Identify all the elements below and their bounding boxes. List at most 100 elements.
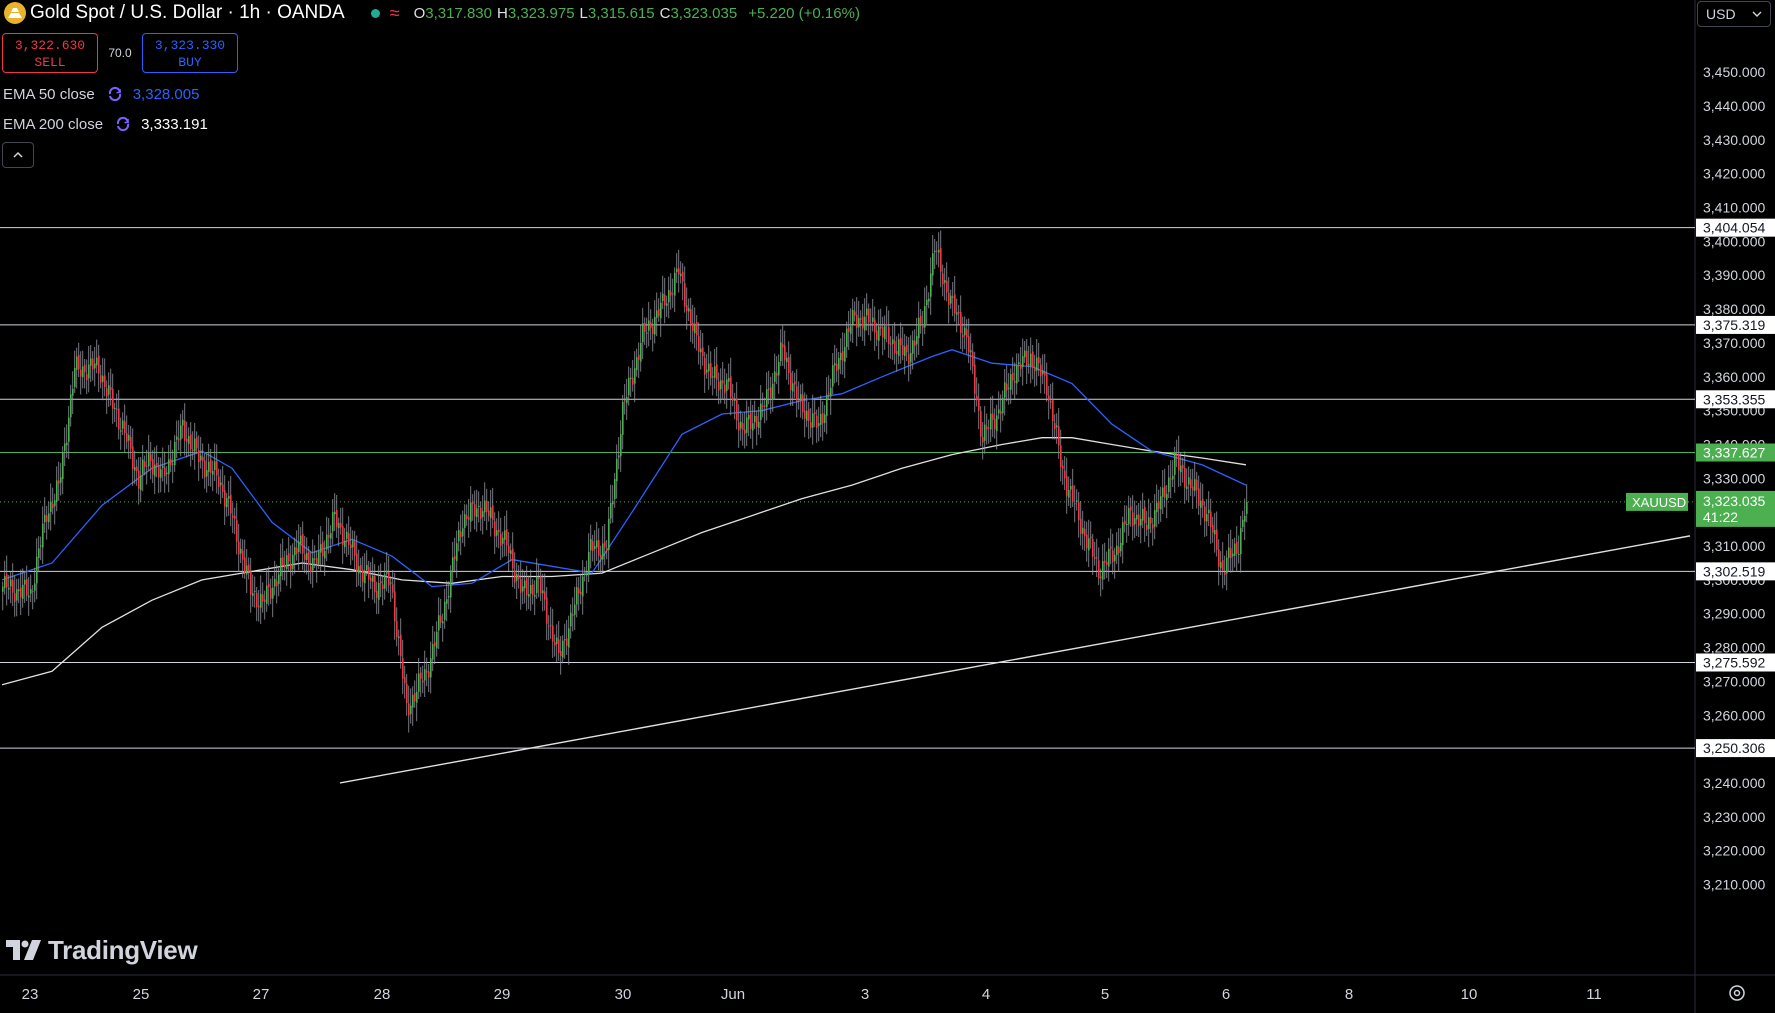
candle-body <box>492 505 494 520</box>
candle-body <box>36 556 38 584</box>
candle-body <box>680 273 682 277</box>
x-tick-label: Jun <box>721 986 745 1003</box>
y-tick-label: 3,410.000 <box>1703 200 1765 216</box>
candle-body <box>918 317 920 339</box>
candle-body <box>1242 519 1244 527</box>
candle-body <box>1164 486 1166 498</box>
price-chart[interactable]: 3,210.000 3,220.000 3,230.000 3,240.000 3,25… <box>0 0 1775 1013</box>
candle-body <box>702 347 704 357</box>
candle-body <box>734 399 736 401</box>
candle-body <box>866 308 868 316</box>
candle-body <box>366 564 368 571</box>
candle-body <box>498 529 500 533</box>
collapse-legend-button[interactable] <box>2 142 34 168</box>
candle-body <box>1206 514 1208 522</box>
ema200-line[interactable] <box>1 437 1247 686</box>
candle-body <box>1048 395 1050 401</box>
candle-body <box>1120 542 1122 552</box>
candle-body <box>830 387 832 397</box>
ema50-line[interactable] <box>1 349 1247 588</box>
candle-body <box>134 467 136 471</box>
currency-select[interactable]: USD <box>1697 1 1771 27</box>
candle-body <box>1170 478 1172 480</box>
candle-body <box>756 415 758 427</box>
indicator-ema200[interactable]: EMA 200 close 3,333.191 <box>3 113 208 135</box>
candle-body <box>1016 365 1018 384</box>
candle-body <box>374 576 376 593</box>
candle-body <box>288 553 290 562</box>
candle-body <box>80 369 82 377</box>
candle-body <box>516 574 518 581</box>
candle-body <box>880 326 882 329</box>
candle-body <box>984 424 986 441</box>
ohlc-high: H3,323.975 <box>496 4 575 22</box>
candle-body <box>518 574 520 579</box>
buy-button[interactable]: 3,323.330 BUY <box>142 33 238 73</box>
candle-body <box>966 329 968 338</box>
sell-button[interactable]: 3,322.630 SELL <box>2 33 98 73</box>
candle-body <box>1210 511 1212 527</box>
gold-logo-icon[interactable] <box>4 2 26 24</box>
buy-price: 3,323.330 <box>154 38 226 53</box>
candle-body <box>564 639 566 641</box>
market-status-icon[interactable]: ≈ <box>390 3 400 24</box>
candle-body <box>174 441 176 466</box>
candle-body <box>90 358 92 366</box>
candle-body <box>60 477 62 483</box>
candle-body <box>738 422 740 431</box>
candle-body <box>836 363 838 371</box>
candle-body <box>40 545 42 547</box>
candle-body <box>1046 374 1048 396</box>
candle-body <box>316 558 318 565</box>
candle-body <box>986 426 988 430</box>
gear-icon[interactable] <box>1726 982 1748 1004</box>
candle-body <box>480 507 482 519</box>
candle-body <box>474 504 476 517</box>
x-tick-label: 3 <box>861 986 869 1003</box>
candle-body <box>286 555 288 569</box>
candle-body <box>630 377 632 379</box>
candle-body <box>598 540 600 556</box>
candle-body <box>1240 528 1242 555</box>
candle-body <box>456 543 458 561</box>
indicator-ema50[interactable]: EMA 50 close 3,328.005 <box>3 83 199 105</box>
candle-body <box>910 352 912 363</box>
candle-body <box>582 576 584 597</box>
candle-body <box>322 542 324 557</box>
candle-body <box>1026 350 1028 366</box>
candle-body <box>1000 411 1002 414</box>
candle-body <box>22 584 24 599</box>
candle-body <box>646 332 648 334</box>
candle-body <box>572 614 574 616</box>
candle-body <box>808 408 810 421</box>
candle-body <box>280 557 282 577</box>
candle-body <box>434 642 436 647</box>
candle-body <box>1114 555 1116 562</box>
symbol-title[interactable]: Gold Spot / U.S. Dollar · 1h · OANDA <box>30 2 345 24</box>
candle-body <box>482 511 484 518</box>
candle-body <box>1100 576 1102 579</box>
candle-body <box>1152 524 1154 529</box>
candle-body <box>904 346 906 356</box>
candle-body <box>422 680 424 683</box>
candle-body <box>532 584 534 596</box>
candle-body <box>672 293 674 295</box>
candle-body <box>264 599 266 602</box>
candle-body <box>184 420 186 441</box>
candle-body <box>186 438 188 442</box>
candle-body <box>758 421 760 428</box>
candle-body <box>1150 517 1152 524</box>
candle-body <box>722 380 724 384</box>
sell-price: 3,322.630 <box>14 38 86 53</box>
y-tick-label: 3,440.000 <box>1703 98 1765 114</box>
market-open-icon[interactable] <box>370 8 380 18</box>
candle-body <box>88 364 90 379</box>
support-trendline[interactable] <box>339 535 1691 784</box>
candle-body <box>642 323 644 343</box>
candle-body <box>350 544 352 549</box>
candle-body <box>1136 514 1138 520</box>
candle-body <box>1166 493 1168 500</box>
candle-body <box>1154 510 1156 527</box>
tradingview-logo[interactable]: TradingView <box>6 934 198 966</box>
tradingview-logo-icon <box>6 940 41 960</box>
